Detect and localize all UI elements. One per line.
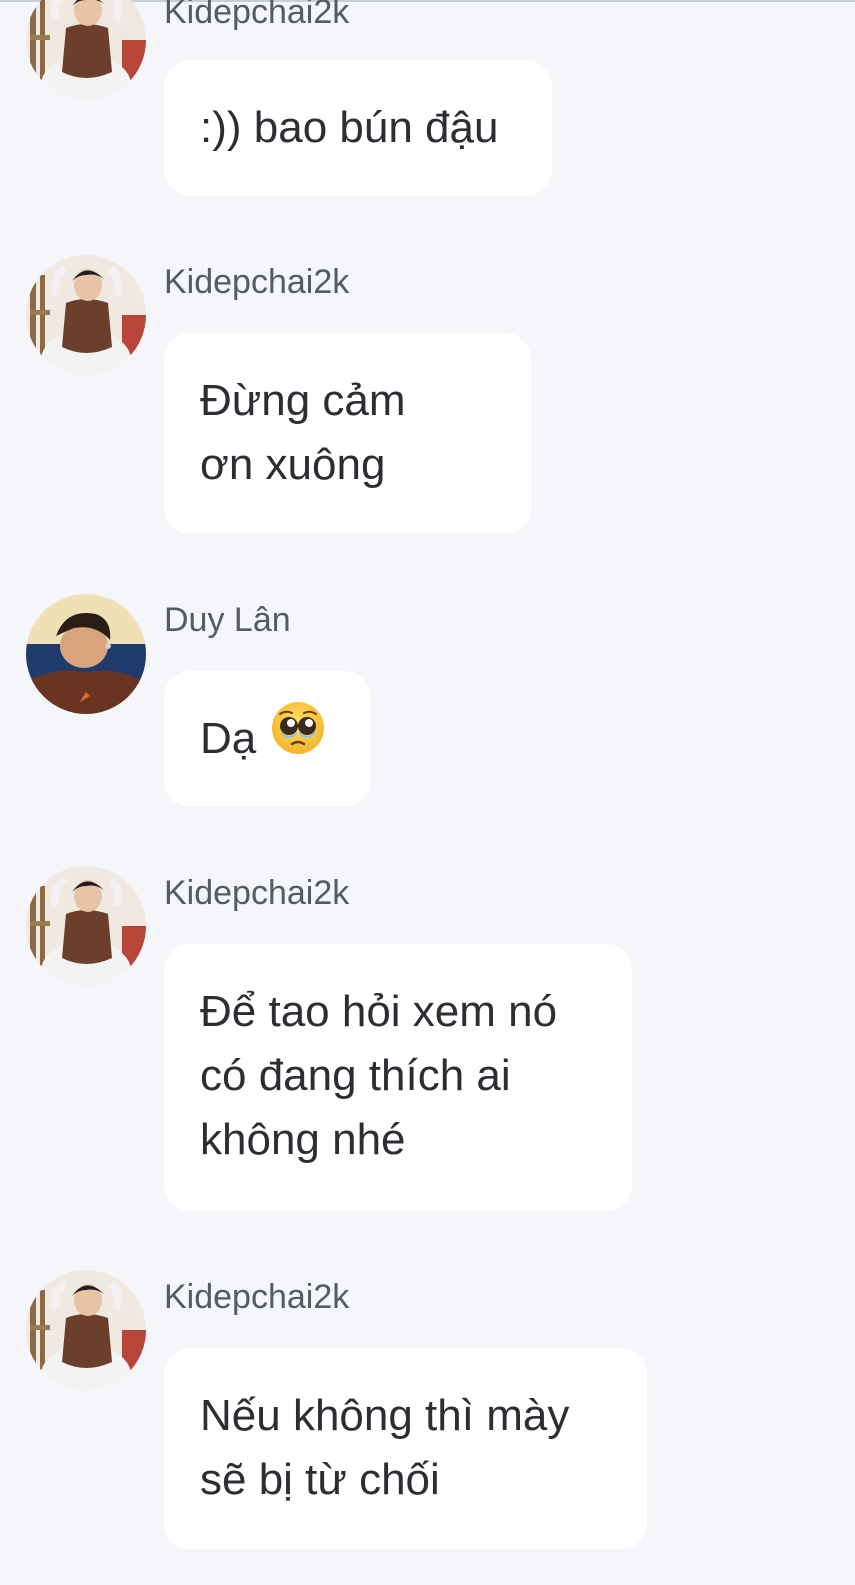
avatar-kidepchai[interactable] bbox=[26, 1270, 146, 1390]
sender-name: Kidepchai2k bbox=[164, 0, 350, 31]
avatar-kidepchai[interactable] bbox=[26, 866, 146, 986]
message-text: Dạ bbox=[200, 702, 334, 774]
sender-name: Kidepchai2k bbox=[164, 263, 350, 301]
sender-name: Kidepchai2k bbox=[164, 1278, 350, 1316]
sender-name: Kidepchai2k bbox=[164, 874, 350, 912]
message-text: Nếu không thì mày bbox=[200, 1391, 570, 1440]
message-text: :)) bao bún đậu bbox=[200, 103, 499, 152]
message-text: không nhé bbox=[200, 1115, 406, 1164]
message-bubble[interactable]: Để tao hỏi xem nó có đang thích ai không… bbox=[164, 944, 632, 1211]
avatar-kidepchai[interactable] bbox=[26, 255, 146, 375]
message-text: ơn xuông bbox=[200, 440, 386, 489]
message-bubble[interactable]: :)) bao bún đậu bbox=[164, 60, 552, 196]
message-text: Đừng cảm bbox=[200, 376, 406, 425]
sender-name: Duy Lân bbox=[164, 601, 291, 639]
message-text-content: Dạ bbox=[200, 714, 257, 763]
message-bubble[interactable]: Dạ bbox=[164, 671, 370, 807]
pleading-face-icon bbox=[270, 700, 326, 774]
avatar-duylan[interactable] bbox=[26, 594, 146, 714]
avatar-kidepchai[interactable] bbox=[26, 0, 146, 100]
message-text: có đang thích ai bbox=[200, 1051, 511, 1100]
message-bubble[interactable]: Đừng cảm ơn xuông bbox=[164, 333, 531, 534]
message-bubble[interactable]: Nếu không thì mày sẽ bị từ chối bbox=[164, 1348, 647, 1549]
message-text: sẽ bị từ chối bbox=[200, 1455, 440, 1504]
message-text: Để tao hỏi xem nó bbox=[200, 987, 558, 1036]
